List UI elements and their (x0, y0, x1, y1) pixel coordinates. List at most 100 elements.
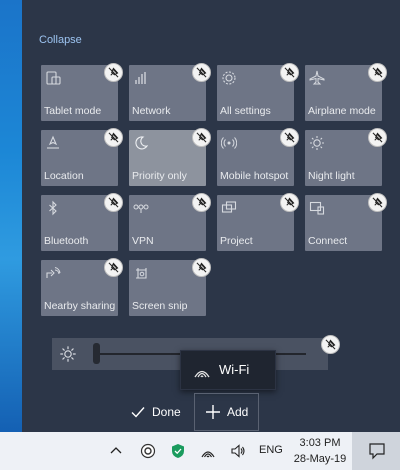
chevron-up-icon (110, 447, 122, 454)
collapse-link[interactable]: Collapse (39, 34, 82, 46)
unpin-tile-button[interactable] (104, 193, 123, 212)
tablet-mode-icon (45, 70, 61, 86)
wifi-icon (201, 451, 215, 458)
connect-icon (309, 200, 325, 216)
location-icon (45, 135, 61, 151)
unpin-tile-button[interactable] (368, 193, 387, 212)
tile-label: Screen snip (132, 300, 188, 312)
clock-date: 28-May-19 (293, 453, 347, 465)
quick-action-tile-airplane-mode[interactable]: Airplane mode (305, 63, 387, 121)
speaker-icon (231, 444, 245, 458)
tile-label: Tablet mode (44, 105, 102, 117)
tile-label: Network (132, 105, 171, 117)
quick-action-tile-mobile-hotspot[interactable]: Mobile hotspot (217, 128, 299, 186)
quick-action-tile-location[interactable]: Location (41, 128, 123, 186)
show-hidden-icons-button[interactable] (108, 443, 124, 459)
unpin-tile-button[interactable] (280, 193, 299, 212)
add-button-label: Add (227, 405, 249, 419)
screen-snip-icon (133, 265, 149, 281)
quick-action-tile-connect[interactable]: Connect (305, 193, 387, 251)
taskbar: ENG 3:03 PM 28-May-19 (0, 432, 400, 470)
desktop-wallpaper (0, 0, 22, 432)
tile-label: Bluetooth (44, 235, 89, 247)
quick-action-tile-nearby-sharing[interactable]: Nearby sharing (41, 258, 123, 316)
unpin-tile-button[interactable] (280, 128, 299, 147)
network-icon (133, 70, 149, 86)
unpin-icon (372, 197, 383, 208)
tile-label: Location (44, 170, 84, 182)
app-tray-icon[interactable] (140, 443, 156, 459)
unpin-tile-button[interactable] (280, 63, 299, 82)
nearby-sharing-icon (45, 265, 61, 281)
quick-action-tile-screen-snip[interactable]: Screen snip (129, 258, 211, 316)
quick-action-tile-all-settings[interactable]: All settings (217, 63, 299, 121)
unpin-icon (284, 197, 295, 208)
unpin-icon (284, 67, 295, 78)
tile-label: Nearby sharing (44, 300, 116, 312)
settings-gear-icon (221, 70, 237, 86)
clock-time: 3:03 PM (299, 437, 341, 449)
plus-icon (206, 405, 220, 419)
unpin-tile-button[interactable] (104, 128, 123, 147)
quick-action-tile-bluetooth[interactable]: Bluetooth (41, 193, 123, 251)
project-icon (221, 200, 237, 216)
vpn-icon (133, 200, 149, 216)
unpin-icon (108, 197, 119, 208)
tile-label: Night light (308, 170, 355, 182)
unpin-tile-button[interactable] (192, 258, 211, 277)
unpin-icon (108, 262, 119, 273)
quick-action-tile-tablet-mode[interactable]: Tablet mode (41, 63, 123, 121)
unpin-brightness-button[interactable] (321, 335, 340, 354)
wifi-tile-label: Wi-Fi (219, 362, 250, 377)
tile-label: VPN (132, 235, 154, 247)
night-light-icon (309, 135, 325, 151)
quick-action-tile-priority-only[interactable]: Priority only (129, 128, 211, 186)
unpin-icon (372, 132, 383, 143)
quick-action-tile-project[interactable]: Project (217, 193, 299, 251)
tile-label: Priority only (132, 170, 187, 182)
clock[interactable]: 3:03 PM 28-May-19 (290, 435, 350, 467)
unpin-icon (325, 339, 336, 350)
unpin-tile-button[interactable] (192, 128, 211, 147)
input-language-indicator[interactable]: ENG (259, 444, 283, 456)
tile-label: Connect (308, 235, 348, 247)
unpin-tile-button[interactable] (104, 63, 123, 82)
unpin-tile-button[interactable] (104, 258, 123, 277)
moon-icon (133, 135, 149, 151)
unpin-tile-button[interactable] (192, 63, 211, 82)
security-tray-icon[interactable] (170, 443, 186, 459)
unpin-tile-button[interactable] (368, 63, 387, 82)
unpin-icon (196, 262, 207, 273)
wifi-icon (194, 370, 210, 378)
notification-icon (369, 443, 385, 460)
unpin-icon (196, 67, 207, 78)
checkmark-icon (131, 407, 145, 418)
wifi-tile-dragging[interactable]: Wi-Fi (180, 350, 276, 390)
volume-tray-button[interactable] (230, 443, 246, 459)
quick-action-tile-night-light[interactable]: Night light (305, 128, 387, 186)
quick-action-tile-vpn[interactable]: VPN (129, 193, 211, 251)
unpin-tile-button[interactable] (368, 128, 387, 147)
unpin-icon (372, 67, 383, 78)
unpin-icon (108, 132, 119, 143)
unpin-icon (196, 132, 207, 143)
hotspot-icon (220, 135, 238, 151)
network-tray-button[interactable] (200, 443, 216, 459)
unpin-tile-button[interactable] (192, 193, 211, 212)
add-button[interactable]: Add (194, 393, 260, 431)
unpin-icon (284, 132, 295, 143)
tile-label: Mobile hotspot (220, 170, 289, 182)
bluetooth-icon (45, 200, 61, 216)
shield-icon (172, 444, 184, 458)
circle-app-icon (140, 443, 156, 459)
tile-label: All settings (220, 105, 271, 117)
quick-action-tile-network[interactable]: Network (129, 63, 211, 121)
brightness-thumb[interactable] (93, 343, 100, 364)
action-center-button[interactable] (352, 432, 400, 470)
brightness-sun-icon (60, 346, 76, 362)
airplane-icon (309, 70, 325, 86)
done-button[interactable]: Done (120, 393, 191, 431)
done-button-label: Done (152, 405, 181, 419)
tile-label: Project (220, 235, 253, 247)
tile-label: Airplane mode (308, 105, 376, 117)
